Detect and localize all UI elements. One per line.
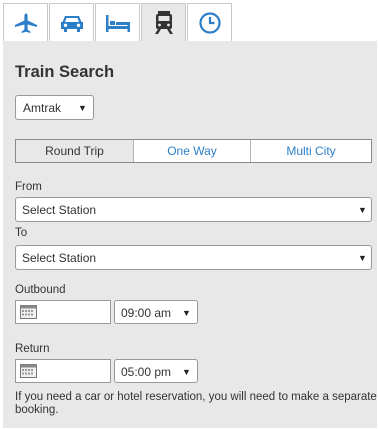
calendar-icon[interactable] — [20, 305, 37, 319]
chevron-down-icon: ▼ — [358, 253, 367, 263]
to-station-value: Select Station — [22, 251, 97, 265]
carrier-select[interactable]: Amtrak ▼ — [15, 95, 94, 120]
hotel-bed-icon — [105, 13, 131, 33]
round-trip-button[interactable]: Round Trip — [16, 140, 133, 162]
one-way-button[interactable]: One Way — [133, 140, 250, 162]
car-icon — [60, 13, 84, 33]
chevron-down-icon: ▼ — [182, 367, 191, 377]
tab-activities[interactable] — [187, 3, 232, 41]
to-label: To — [15, 227, 28, 239]
train-icon — [154, 10, 174, 35]
return-time-select[interactable]: 05:00 pm ▼ — [114, 359, 198, 383]
clock-icon — [198, 11, 222, 35]
to-station-select[interactable]: Select Station ▼ — [15, 245, 372, 270]
from-station-value: Select Station — [22, 203, 97, 217]
chevron-down-icon: ▼ — [78, 103, 87, 113]
calendar-icon[interactable] — [20, 364, 37, 378]
return-date-input[interactable] — [15, 359, 111, 383]
chevron-down-icon: ▼ — [182, 308, 191, 318]
search-type-tabs — [0, 0, 378, 41]
return-time-value: 05:00 pm — [121, 365, 172, 379]
outbound-time-value: 09:00 am — [121, 306, 172, 320]
booking-note: If you need a car or hotel reservation, … — [15, 391, 377, 416]
return-label: Return — [15, 343, 50, 355]
trip-type-toggle: Round Trip One Way Multi City — [15, 139, 372, 163]
outbound-date-input[interactable] — [15, 300, 111, 324]
airplane-icon — [14, 12, 38, 34]
tab-cars[interactable] — [49, 3, 94, 41]
tab-trains[interactable] — [141, 3, 186, 41]
from-label: From — [15, 181, 42, 193]
train-search-panel: Train Search Amtrak ▼ Round Trip One Way… — [3, 41, 377, 428]
multi-city-button[interactable]: Multi City — [250, 140, 371, 162]
page-title: Train Search — [15, 63, 115, 81]
tab-hotels[interactable] — [95, 3, 140, 41]
chevron-down-icon: ▼ — [358, 205, 367, 215]
outbound-time-select[interactable]: 09:00 am ▼ — [114, 300, 198, 324]
from-station-select[interactable]: Select Station ▼ — [15, 197, 372, 222]
outbound-label: Outbound — [15, 284, 66, 296]
tab-flights[interactable] — [3, 3, 48, 41]
carrier-value: Amtrak — [23, 101, 62, 115]
